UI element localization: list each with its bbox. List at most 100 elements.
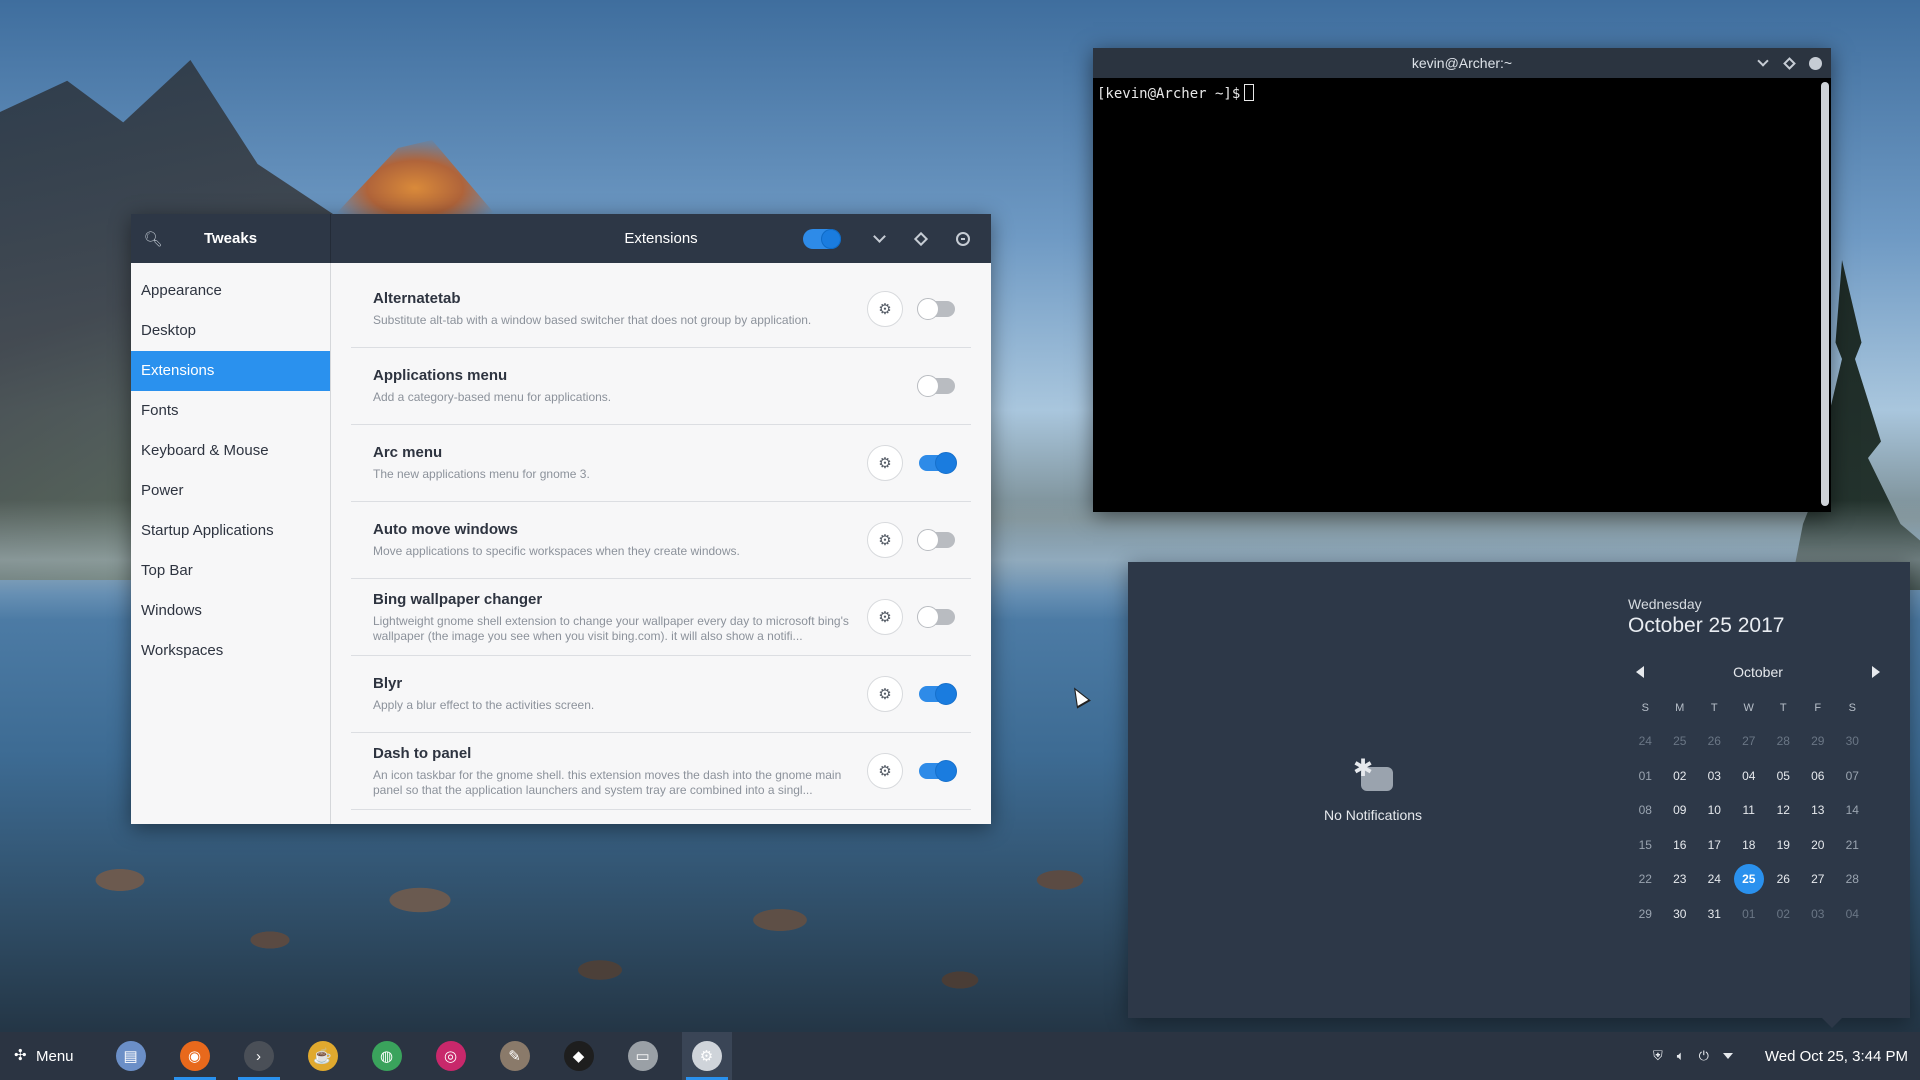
calendar-day[interactable]: 27 [1732, 724, 1767, 759]
extension-toggle[interactable] [917, 375, 955, 397]
calendar-day-today[interactable]: 25 [1732, 862, 1767, 897]
calendar-day[interactable]: 15 [1628, 828, 1663, 863]
calendar-day[interactable]: 02 [1766, 897, 1801, 932]
calendar-day[interactable]: 03 [1801, 897, 1836, 932]
calendar-day[interactable]: 01 [1732, 897, 1767, 932]
calendar-day[interactable]: 10 [1697, 793, 1732, 828]
chevron-down-icon[interactable] [1722, 1053, 1733, 1059]
calendar-day[interactable]: 30 [1663, 897, 1698, 932]
terminal-minimize-button[interactable] [1753, 53, 1773, 73]
extension-toggle[interactable] [917, 529, 955, 551]
calendar-day[interactable]: 29 [1801, 724, 1836, 759]
calendar-day[interactable]: 12 [1766, 793, 1801, 828]
close-button[interactable] [949, 225, 977, 253]
calendar-full-date[interactable]: October 25 2017 [1628, 614, 1888, 638]
taskbar-inkscape-button[interactable]: ◆ [554, 1032, 604, 1080]
terminal-scrollbar[interactable] [1821, 82, 1829, 506]
settings-button[interactable]: ⚙ [867, 753, 903, 789]
settings-button[interactable]: ⚙ [867, 676, 903, 712]
sidebar-item-fonts[interactable]: Fonts [131, 391, 330, 431]
settings-button[interactable]: ⚙ [867, 599, 903, 635]
calendar-day[interactable]: 25 [1663, 724, 1698, 759]
calendar-day[interactable]: 20 [1801, 828, 1836, 863]
taskbar-file-manager-button[interactable]: ▤ [106, 1032, 156, 1080]
calendar-day[interactable]: 04 [1835, 897, 1870, 932]
taskbar-teapot-button[interactable]: ☕ [298, 1032, 348, 1080]
shield-icon[interactable]: ⛨ [1653, 1048, 1663, 1064]
calendar-day[interactable]: 08 [1628, 793, 1663, 828]
calendar-day[interactable]: 02 [1663, 759, 1698, 794]
calendar-day[interactable]: 28 [1766, 724, 1801, 759]
sidebar-item-appearance[interactable]: Appearance [131, 271, 330, 311]
sidebar-item-extensions[interactable]: Extensions [131, 351, 330, 391]
settings-button[interactable]: ⚙ [867, 291, 903, 327]
taskbar-terminal-button[interactable]: › [234, 1032, 284, 1080]
terminal-close-button[interactable] [1805, 53, 1825, 73]
search-icon[interactable]: 🔍︎ [131, 230, 175, 248]
calendar-day[interactable]: 09 [1663, 793, 1698, 828]
taskbar-gimp-button[interactable]: ✎ [490, 1032, 540, 1080]
calendar-day[interactable]: 24 [1697, 862, 1732, 897]
calendar-day[interactable]: 24 [1628, 724, 1663, 759]
calendar-day[interactable]: 22 [1628, 862, 1663, 897]
calendar-day[interactable]: 03 [1697, 759, 1732, 794]
extension-toggle[interactable] [919, 683, 957, 705]
tweaks-header-left: 🔍︎ Tweaks [131, 214, 331, 263]
sidebar-item-workspaces[interactable]: Workspaces [131, 631, 330, 671]
extension-toggle[interactable] [917, 298, 955, 320]
sidebar-item-keyboard-mouse[interactable]: Keyboard & Mouse [131, 431, 330, 471]
sidebar-item-desktop[interactable]: Desktop [131, 311, 330, 351]
calendar-day[interactable]: 05 [1766, 759, 1801, 794]
previous-month-icon[interactable] [1636, 666, 1644, 678]
taskbar-firefox-button[interactable]: ◉ [170, 1032, 220, 1080]
settings-button[interactable]: ⚙ [867, 445, 903, 481]
calendar-day[interactable]: 29 [1628, 897, 1663, 932]
taskbar-tweaks-button[interactable]: ⚙ [681, 1032, 732, 1080]
calendar-day[interactable]: 18 [1732, 828, 1767, 863]
next-month-icon[interactable] [1872, 666, 1880, 678]
calendar-day[interactable]: 30 [1835, 724, 1870, 759]
calendar-weekday[interactable]: Wednesday [1628, 596, 1888, 612]
settings-button[interactable]: ⚙ [867, 522, 903, 558]
calendar-day-number: 04 [1742, 768, 1756, 783]
extension-toggle[interactable] [919, 452, 957, 474]
menu-button[interactable]: Menu [0, 1032, 88, 1080]
calendar-day[interactable]: 19 [1766, 828, 1801, 863]
calendar-day[interactable]: 04 [1732, 759, 1767, 794]
calendar-day[interactable]: 11 [1732, 793, 1767, 828]
minimize-button[interactable] [865, 225, 893, 253]
taskbar-scanner-button[interactable]: ▭ [618, 1032, 668, 1080]
sidebar-item-startup-applications[interactable]: Startup Applications [131, 511, 330, 551]
power-icon[interactable]: ⏻ [1699, 1048, 1709, 1064]
terminal-content[interactable]: [kevin@Archer ~]$ [1093, 78, 1831, 108]
calendar-day[interactable]: 31 [1697, 897, 1732, 932]
calendar-day[interactable]: 21 [1835, 828, 1870, 863]
sidebar-item-power[interactable]: Power [131, 471, 330, 511]
extension-row: Auto move windows Move applications to sp… [351, 502, 971, 579]
calendar-day[interactable]: 14 [1835, 793, 1870, 828]
sidebar-item-windows[interactable]: Windows [131, 591, 330, 631]
maximize-button[interactable] [907, 225, 935, 253]
extensions-master-switch[interactable] [803, 228, 841, 249]
taskbar-music-player-button[interactable]: ◎ [426, 1032, 476, 1080]
calendar-day[interactable]: 28 [1835, 862, 1870, 897]
calendar-day[interactable]: 17 [1697, 828, 1732, 863]
extension-toggle[interactable] [919, 760, 957, 782]
calendar-day[interactable]: 26 [1766, 862, 1801, 897]
calendar-day[interactable]: 06 [1801, 759, 1836, 794]
clock[interactable]: Wed Oct 25, 3:44 PM [1765, 1048, 1908, 1065]
calendar-day[interactable]: 07 [1835, 759, 1870, 794]
calendar-day[interactable]: 13 [1801, 793, 1836, 828]
calendar-day[interactable]: 27 [1801, 862, 1836, 897]
extension-row: Arc menu The new applications menu for gn… [351, 425, 971, 502]
calendar-day[interactable]: 01 [1628, 759, 1663, 794]
taskbar-web-button[interactable]: ◍ [362, 1032, 412, 1080]
sidebar-item-top-bar[interactable]: Top Bar [131, 551, 330, 591]
calendar-day[interactable]: 23 [1663, 862, 1698, 897]
calendar-day[interactable]: 26 [1697, 724, 1732, 759]
calendar-day[interactable]: 16 [1663, 828, 1698, 863]
calendar-day-number: 02 [1673, 768, 1687, 783]
terminal-maximize-button[interactable] [1779, 53, 1799, 73]
extension-toggle[interactable] [917, 606, 955, 628]
volume-icon[interactable]: 🔈︎ [1677, 1048, 1685, 1064]
